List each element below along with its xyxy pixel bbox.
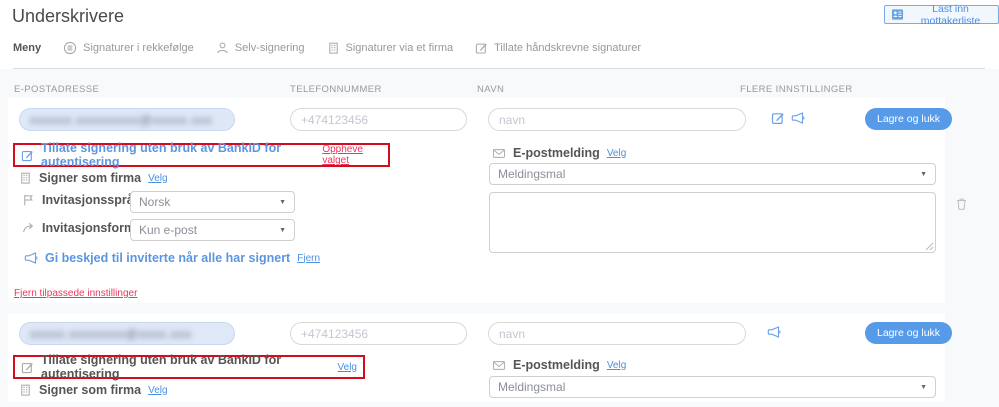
megaphone-icon (24, 251, 38, 265)
sign-as-firm-label-2: Signer som firma (39, 383, 141, 397)
save-and-close-button-1[interactable]: Lagre og lukk (865, 108, 952, 130)
envelope-icon (492, 359, 506, 372)
phone-input-1[interactable] (290, 108, 467, 131)
email-field-1[interactable]: xxxxxx.xxxxxxxxx@xxxxx.xxx (19, 108, 235, 131)
signers-page: Underskrivere Last inn mottakerliste Men… (0, 0, 999, 407)
column-header-more-settings: FLERE INNSTILLINGER (740, 84, 853, 95)
email-message-row-2: E-postmelding Velg (492, 358, 626, 372)
sign-as-firm-velg-link-2[interactable]: Velg (148, 385, 167, 396)
edit-icon (475, 41, 488, 55)
bankid-revoke-link-1[interactable]: Oppheve valget (322, 144, 382, 166)
email-value-redacted: xxxxx.xxxxxxxx@xxxx.xxx (30, 327, 192, 341)
sign-as-firm-label-1: Signer som firma (39, 171, 141, 185)
edit-icon (21, 149, 34, 162)
menu-item-label: Signaturer i rekkefølge (83, 42, 194, 54)
menu-bar: Meny Signaturer i rekkefølge Selv-signer… (13, 41, 641, 55)
sign-as-firm-velg-link-1[interactable]: Velg (148, 173, 167, 184)
invitation-form-label: Invitasjonsform: (42, 221, 139, 235)
building-icon (19, 171, 32, 185)
email-message-velg-link-1[interactable]: Velg (607, 148, 626, 159)
building-icon (19, 383, 32, 397)
menu-item-signatures-in-order[interactable]: Signaturer i rekkefølge (63, 41, 194, 55)
edit-settings-icon-1[interactable] (771, 111, 785, 125)
contact-list-icon (891, 8, 904, 21)
invitation-form-value: Kun e-post (139, 223, 197, 237)
save-and-close-button-2[interactable]: Lagre og lukk (865, 322, 952, 344)
invitation-form-select[interactable]: Kun e-post (130, 219, 295, 241)
delete-signer-icon[interactable] (954, 196, 969, 211)
name-input-1[interactable] (488, 108, 746, 131)
bankid-label-1: Tillate signering uten bruk av BankID fo… (41, 141, 315, 169)
load-recipient-list-button[interactable]: Last inn mottakerliste (884, 5, 999, 24)
envelope-icon (492, 147, 506, 160)
sign-as-firm-row-2: Signer som firma Velg (19, 383, 168, 397)
phone-input-2[interactable] (290, 322, 467, 345)
flag-icon (22, 193, 35, 207)
notify-all-signed-label: Gi beskjed til inviterte når alle har si… (45, 251, 290, 265)
menu-item-handwritten-signatures[interactable]: Tillate håndskrevne signaturer (475, 41, 641, 55)
email-message-textarea[interactable] (489, 192, 936, 253)
message-template-select-1[interactable]: Meldingsmal (489, 163, 936, 185)
invitation-language-select[interactable]: Norsk (130, 191, 295, 213)
email-message-label-1: E-postmelding (513, 146, 600, 160)
email-message-label-2: E-postmelding (513, 358, 600, 372)
menu-item-self-signing[interactable]: Selv-signering (216, 41, 305, 55)
menu-label: Meny (13, 42, 41, 54)
menu-item-label: Tillate håndskrevne signaturer (494, 42, 641, 54)
bankid-label-2: Tillate signering uten bruk av BankID fo… (41, 353, 331, 381)
notify-remove-link[interactable]: Fjern (297, 253, 320, 264)
megaphone-icon-1[interactable] (791, 111, 805, 125)
message-template-value-2: Meldingsmal (498, 380, 565, 394)
email-message-row-1: E-postmelding Velg (492, 146, 626, 160)
column-header-phone: TELEFONNUMMER (290, 84, 382, 95)
bankid-option-1[interactable]: Tillate signering uten bruk av BankID fo… (13, 143, 390, 167)
email-value-redacted: xxxxxx.xxxxxxxxx@xxxxx.xxx (30, 113, 213, 127)
column-header-name: NAVN (477, 84, 504, 95)
email-message-velg-link-2[interactable]: Velg (607, 360, 626, 371)
load-recipient-list-label: Last inn mottakerliste (909, 3, 992, 27)
invitation-language-value: Norsk (139, 195, 170, 209)
ordered-list-icon (63, 41, 77, 55)
email-field-2[interactable]: xxxxx.xxxxxxxx@xxxx.xxx (19, 322, 235, 345)
page-title: Underskrivere (12, 6, 124, 27)
message-template-select-2[interactable]: Meldingsmal (489, 376, 936, 398)
edit-icon (21, 361, 34, 374)
notify-all-signed-row: Gi beskjed til inviterte når alle har si… (24, 251, 320, 265)
remove-custom-settings-link[interactable]: Fjern tilpassede innstillinger (14, 288, 137, 299)
bankid-velg-link-2[interactable]: Velg (338, 362, 357, 373)
menu-item-label: Signaturer via et firma (346, 42, 454, 54)
sign-as-firm-row-1: Signer som firma Velg (19, 171, 168, 185)
message-template-value-1: Meldingsmal (498, 167, 565, 181)
name-input-2[interactable] (488, 322, 746, 345)
megaphone-icon-2[interactable] (767, 325, 781, 339)
email-message-textarea-wrap (489, 192, 936, 253)
invitation-language-row: Invitasjonsspråk: (22, 193, 145, 207)
building-icon (327, 41, 340, 55)
invitation-form-row: Invitasjonsform: (22, 221, 139, 235)
person-icon (216, 41, 229, 55)
bankid-option-2[interactable]: Tillate signering uten bruk av BankID fo… (13, 355, 365, 379)
column-header-email: E-POSTADRESSE (14, 84, 99, 95)
menu-item-label: Selv-signering (235, 42, 305, 54)
menu-item-signatures-via-firm[interactable]: Signaturer via et firma (327, 41, 454, 55)
share-arrow-icon (22, 221, 35, 235)
